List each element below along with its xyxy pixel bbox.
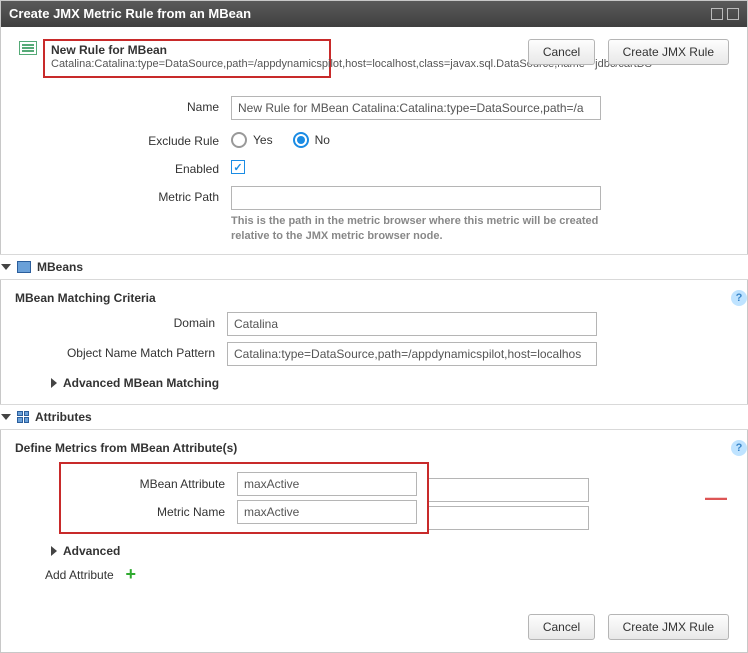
metric-path-label: Metric Path: [19, 186, 231, 204]
advanced-attribute-toggle[interactable]: Advanced: [51, 544, 733, 558]
titlebar: Create JMX Metric Rule from an MBean: [1, 1, 747, 27]
exclude-yes-label: Yes: [253, 133, 273, 147]
exclude-no-label: No: [315, 133, 330, 147]
add-attribute-row[interactable]: Add Attribute: [45, 568, 733, 582]
cancel-button-footer[interactable]: Cancel: [528, 614, 595, 640]
mbean-icon: [17, 261, 31, 273]
name-input[interactable]: [231, 96, 601, 120]
mbean-criteria-title: MBean Matching Criteria: [15, 291, 156, 305]
remove-attribute-button[interactable]: —: [705, 492, 733, 503]
rule-icon: [19, 41, 37, 55]
attributes-section-header[interactable]: Attributes: [0, 404, 748, 430]
metric-path-input[interactable]: [231, 186, 601, 210]
exclude-yes-radio[interactable]: [231, 132, 247, 148]
metric-path-hint: This is the path in the metric browser w…: [231, 214, 601, 244]
domain-label: Domain: [15, 312, 227, 330]
create-jmx-rule-button[interactable]: Create JMX Rule: [608, 39, 729, 65]
exclude-no-radio[interactable]: [293, 132, 309, 148]
attributes-section-title: Attributes: [35, 410, 92, 424]
pattern-label: Object Name Match Pattern: [15, 342, 227, 360]
mbean-attribute-label: MBean Attribute: [67, 477, 237, 491]
mbean-attribute-input-ext[interactable]: [429, 478, 589, 502]
expand-icon: [1, 264, 11, 270]
metric-name-label: Metric Name: [67, 505, 237, 519]
footer-buttons: Cancel Create JMX Rule: [528, 614, 729, 640]
advanced-attribute-label: Advanced: [63, 544, 120, 558]
rule-summary-desc: Catalina:Catalina:type=DataSource,path=/…: [51, 57, 323, 72]
advanced-mbean-toggle[interactable]: Advanced MBean Matching: [51, 376, 733, 390]
add-attribute-label: Add Attribute: [45, 568, 114, 582]
attributes-icon: [17, 411, 29, 423]
mbean-attribute-input[interactable]: [237, 472, 417, 496]
cancel-button[interactable]: Cancel: [528, 39, 595, 65]
rule-summary-title: New Rule for MBean: [51, 43, 323, 57]
mbeans-section-header[interactable]: MBeans: [0, 254, 748, 280]
pattern-input[interactable]: [227, 342, 597, 366]
expand-icon: [1, 414, 11, 420]
rule-summary-box: New Rule for MBean Catalina:Catalina:typ…: [43, 39, 331, 78]
metric-name-input[interactable]: [237, 500, 417, 524]
name-label: Name: [19, 96, 231, 114]
chevron-right-icon: [51, 378, 57, 388]
header-buttons: Cancel Create JMX Rule: [528, 39, 729, 65]
close-icon[interactable]: [727, 8, 739, 20]
advanced-mbean-label: Advanced MBean Matching: [63, 376, 219, 390]
chevron-right-icon: [51, 546, 57, 556]
maximize-icon[interactable]: [711, 8, 723, 20]
exclude-rule-label: Exclude Rule: [19, 130, 231, 148]
help-icon[interactable]: ?: [731, 290, 747, 306]
mbeans-section-title: MBeans: [37, 260, 83, 274]
enabled-checkbox[interactable]: ✓: [231, 160, 245, 174]
enabled-label: Enabled: [19, 158, 231, 176]
metric-name-input-ext[interactable]: [429, 506, 589, 530]
attribute-highlight-box: MBean Attribute Metric Name: [59, 462, 429, 534]
domain-input[interactable]: [227, 312, 597, 336]
dialog-title: Create JMX Metric Rule from an MBean: [9, 1, 251, 27]
help-icon[interactable]: ?: [731, 440, 747, 456]
plus-icon: [124, 568, 138, 582]
create-jmx-rule-button-footer[interactable]: Create JMX Rule: [608, 614, 729, 640]
define-metrics-title: Define Metrics from MBean Attribute(s): [15, 441, 237, 455]
dialog-window: Create JMX Metric Rule from an MBean New…: [0, 0, 748, 653]
